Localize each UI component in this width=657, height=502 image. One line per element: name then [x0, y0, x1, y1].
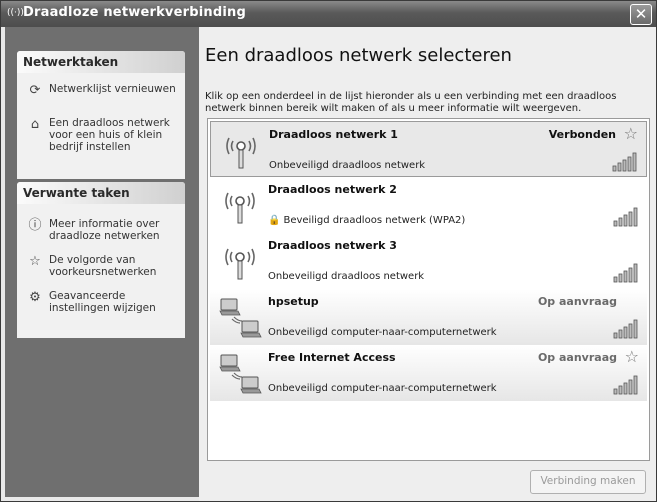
security-label: Onbeveiligd draadloos netwerk [269, 160, 426, 171]
signal-strength-icon [613, 319, 638, 339]
home-network-icon: ⌂ [30, 117, 40, 132]
network-row-4[interactable]: hpsetup Op aanvraag Onbeveiligd computer… [210, 289, 647, 345]
network-row-2[interactable]: Draadloos netwerk 2 🔒 Beveiligd draadloos… [210, 177, 647, 233]
network-row-5[interactable]: Free Internet Access Op aanvraag ☆ Onbev… [210, 345, 647, 401]
task-label: Een draadloos netwerk voor een huis of k… [49, 117, 170, 153]
preferred-star-icon: ☆ [623, 124, 638, 143]
ad-hoc-computers-icon [219, 354, 262, 394]
refresh-icon: ⟳ [29, 83, 41, 98]
info-icon: ⓘ [28, 218, 42, 233]
signal-strength-icon [613, 207, 638, 227]
window-title: Draadloze netwerkverbinding [23, 5, 246, 20]
task-label: Meer informatie over draadloze netwerken [49, 218, 160, 242]
network-tasks-panel: Netwerktaken ⟳ Netwerklijst vernieuwen ⌂… [17, 51, 185, 179]
security-text: Beveiligd draadloos netwerk (WPA2) [283, 215, 466, 226]
refresh-network-list-link[interactable]: ⟳ Netwerklijst vernieuwen [17, 83, 185, 98]
security-label: Onbeveiligd computer-naar-computernetwer… [268, 327, 497, 338]
signal-strength-icon [613, 263, 638, 283]
connection-status: Verbonden [548, 128, 616, 141]
close-button[interactable]: ✕ [630, 4, 652, 25]
instructions: Klik op een onderdeel in de lijst hieron… [205, 91, 617, 114]
connection-status: Op aanvraag [537, 351, 617, 364]
task-label: Geavanceerde instellingen wijzigen [49, 290, 156, 314]
preferred-star-icon: ☆ [624, 347, 639, 366]
security-label: Onbeveiligd computer-naar-computernetwer… [268, 383, 497, 394]
network-name: Free Internet Access [268, 351, 396, 364]
related-tasks-header: Verwante taken [17, 182, 185, 204]
access-point-icon [225, 192, 255, 224]
task-label: De volgorde van voorkeursnetwerken [49, 254, 157, 278]
advanced-settings-link[interactable]: ⚙ Geavanceerde instellingen wijzigen [17, 290, 185, 314]
lock-icon: 🔒 [268, 215, 281, 226]
setup-home-network-link[interactable]: ⌂ Een draadloos netwerk voor een huis of… [17, 117, 185, 153]
access-point-icon [225, 248, 255, 280]
wireless-icon: ((·)) [7, 8, 24, 18]
page-title: Een draadloos netwerk selecteren [205, 45, 512, 66]
window: ((·)) Draadloze netwerkverbinding ✕ Netw… [0, 0, 657, 502]
sidebar: Netwerktaken ⟳ Netwerklijst vernieuwen ⌂… [5, 27, 199, 497]
signal-strength-icon [613, 375, 638, 395]
connect-button[interactable]: Verbinding maken [530, 470, 646, 494]
network-tasks-header: Netwerktaken [17, 51, 185, 73]
network-list[interactable]: Draadloos netwerk 1 Verbonden ☆ Onbeveil… [207, 118, 650, 461]
access-point-icon [226, 137, 256, 169]
more-info-link[interactable]: ⓘ Meer informatie over draadloze netwerk… [17, 218, 185, 242]
connection-status: Op aanvraag [537, 295, 617, 308]
star-icon: ☆ [29, 254, 41, 269]
network-name: hpsetup [268, 295, 319, 308]
task-label: Netwerklijst vernieuwen [49, 83, 176, 95]
network-name: Draadloos netwerk 3 [268, 239, 397, 252]
title-bar[interactable]: ((·)) Draadloze netwerkverbinding ✕ [1, 1, 656, 27]
security-label: Onbeveiligd draadloos netwerk [268, 271, 425, 282]
signal-strength-icon [612, 152, 637, 172]
security-label: 🔒 Beveiligd draadloos netwerk (WPA2) [268, 215, 465, 226]
preferred-order-link[interactable]: ☆ De volgorde van voorkeursnetwerken [17, 254, 185, 278]
main-pane: Een draadloos netwerk selecteren Klik op… [199, 27, 656, 501]
network-row-1[interactable]: Draadloos netwerk 1 Verbonden ☆ Onbeveil… [210, 121, 647, 177]
ad-hoc-computers-icon [219, 298, 262, 338]
related-tasks-panel: Verwante taken ⓘ Meer informatie over dr… [17, 182, 185, 338]
settings-icon: ⚙ [29, 290, 41, 305]
network-name: Draadloos netwerk 1 [269, 128, 398, 141]
network-name: Draadloos netwerk 2 [268, 183, 397, 196]
network-row-3[interactable]: Draadloos netwerk 3 Onbeveiligd draadloo… [210, 233, 647, 289]
